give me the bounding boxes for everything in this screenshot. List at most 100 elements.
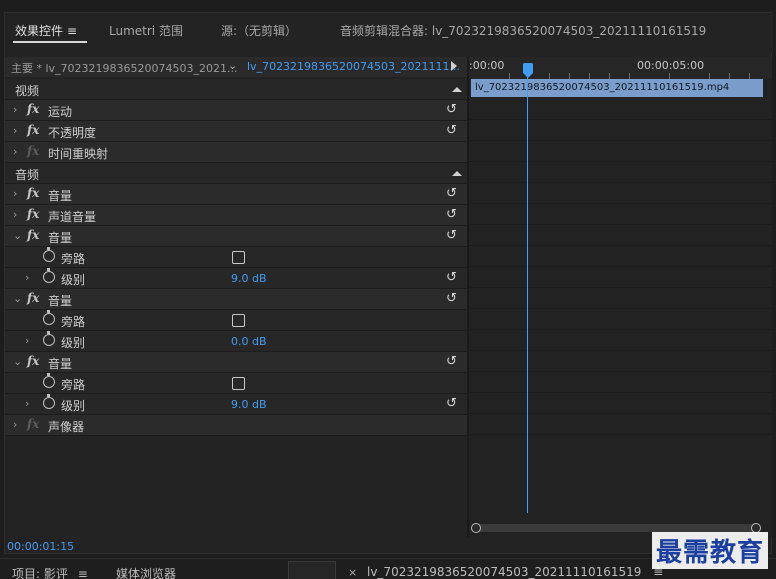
fx-icon[interactable]: fx [27, 354, 39, 368]
tab-project-label: 项目: 影评 [12, 567, 68, 579]
effect-label: 运动 [48, 105, 73, 119]
time-ruler[interactable]: :00:00 00:00:05:00 [469, 57, 772, 79]
tab-media-browser[interactable]: 媒体浏览器 [116, 565, 176, 579]
effect-row-channel-volume[interactable]: › fx 声道音量 ↺ [5, 205, 467, 226]
reset-icon[interactable]: ↺ [446, 270, 457, 285]
expand-chevron-icon[interactable]: › [13, 418, 17, 431]
effect-row-volume-3[interactable]: ⌄ fx 音量 ↺ [5, 352, 467, 373]
section-audio: 音频 [5, 163, 467, 184]
reset-icon[interactable]: ↺ [446, 396, 457, 411]
timeline-clip[interactable]: lv_7023219836520074503_20211110161519.mp… [471, 79, 763, 97]
param-label: 级别 [61, 336, 86, 350]
ruler-timecode-mid: 00:00:05:00 [637, 59, 705, 72]
expand-chevron-icon[interactable]: › [13, 208, 17, 221]
reset-icon[interactable]: ↺ [446, 123, 457, 138]
collapse-chevron-icon[interactable]: ⌄ [13, 229, 22, 242]
reset-icon[interactable]: ↺ [446, 228, 457, 243]
effect-label: 声道音量 [48, 210, 97, 224]
reset-icon[interactable]: ↺ [446, 207, 457, 222]
mini-timeline[interactable]: :00:00 00:00:05:00 lv_702321983652007450… [469, 57, 772, 537]
tab-lumetri-scopes[interactable]: Lumetri 范围 [109, 22, 183, 39]
fx-icon[interactable]: fx [27, 291, 39, 305]
reset-icon[interactable]: ↺ [446, 186, 457, 201]
tab-effect-controls[interactable]: 效果控件 ≡ [15, 22, 77, 39]
section-video: 视频 [5, 79, 467, 100]
expand-chevron-icon[interactable]: › [13, 103, 17, 116]
effect-row-volume[interactable]: › fx 音量 ↺ [5, 184, 467, 205]
fx-icon[interactable]: fx [27, 228, 39, 242]
effect-row-motion[interactable]: › fx 运动 ↺ [5, 100, 467, 121]
tab-sequence[interactable]: lv_7023219836520074503_20211110161519 ≡ [367, 565, 663, 579]
play-icon[interactable] [451, 61, 457, 71]
tab-effect-controls-label: 效果控件 [15, 24, 64, 38]
chevron-down-icon[interactable]: ⌄ [228, 59, 237, 72]
stopwatch-icon[interactable] [43, 310, 55, 325]
reset-icon[interactable]: ↺ [446, 102, 457, 117]
effect-row-panner[interactable]: › fx 声像器 [5, 415, 467, 436]
bypass-checkbox[interactable] [232, 377, 245, 390]
fx-icon[interactable]: fx [27, 123, 39, 137]
expand-chevron-icon[interactable]: › [25, 397, 29, 410]
effect-label: 时间重映射 [48, 147, 109, 161]
param-label: 级别 [61, 399, 86, 413]
expand-chevron-icon[interactable]: › [13, 124, 17, 137]
reset-icon[interactable]: ↺ [446, 354, 457, 369]
master-clip-selector[interactable]: 主要 * lv_7023219836520074503_2021... [11, 60, 238, 76]
bypass-checkbox[interactable] [232, 314, 245, 327]
effect-row-volume-2[interactable]: ⌄ fx 音量 ↺ [5, 289, 467, 310]
close-icon[interactable]: × [348, 566, 357, 579]
expand-chevron-icon[interactable]: › [13, 145, 17, 158]
collapse-chevron-icon[interactable]: ⌄ [13, 355, 22, 368]
stopwatch-icon[interactable] [43, 268, 55, 283]
stopwatch-icon[interactable] [43, 394, 55, 409]
panel-menu-icon[interactable]: ≡ [67, 24, 77, 38]
param-row-level: › 级别 9.0 dB ↺ [5, 394, 467, 415]
tool-panel [288, 561, 336, 579]
bypass-checkbox[interactable] [232, 251, 245, 264]
stopwatch-icon[interactable] [43, 247, 55, 262]
active-tab-indicator [13, 41, 87, 43]
tab-project[interactable]: 项目: 影评 ≡ [12, 565, 88, 579]
fx-icon[interactable]: fx [27, 102, 39, 116]
expand-chevron-icon[interactable]: › [13, 187, 17, 200]
fx-icon[interactable]: fx [27, 186, 39, 200]
fx-icon: fx [27, 417, 40, 431]
fx-icon[interactable]: fx [27, 207, 39, 221]
level-value[interactable]: 9.0 dB [231, 398, 267, 411]
playhead-tip [523, 73, 533, 78]
effect-label: 音量 [48, 231, 73, 245]
param-row-level: › 级别 0.0 dB [5, 331, 467, 352]
effects-list: 视频 › fx 运动 ↺ › fx 不透明度 ↺ › fx 时间重映射 音频 ›… [5, 79, 467, 436]
panel-menu-icon[interactable]: ≡ [78, 567, 88, 579]
stopwatch-icon[interactable] [43, 373, 55, 388]
sequence-clip-name[interactable]: lv_7023219836520074503_2021111... [247, 60, 460, 73]
stopwatch-icon[interactable] [43, 331, 55, 346]
playhead-handle[interactable] [523, 63, 533, 73]
effect-row-opacity[interactable]: › fx 不透明度 ↺ [5, 121, 467, 142]
expand-chevron-icon[interactable]: › [25, 271, 29, 284]
timeline-scrollbar[interactable] [471, 524, 759, 532]
effect-label: 音量 [48, 294, 73, 308]
effect-row-volume-1[interactable]: ⌄ fx 音量 ↺ [5, 226, 467, 247]
level-value[interactable]: 9.0 dB [231, 272, 267, 285]
fx-icon: fx [27, 144, 40, 158]
collapse-chevron-icon[interactable]: ⌄ [13, 292, 22, 305]
param-label: 旁路 [61, 252, 86, 266]
section-label: 视频 [15, 84, 40, 98]
top-strip [0, 0, 776, 12]
current-timecode[interactable]: 00:00:01:15 [7, 540, 74, 553]
effect-label: 声像器 [48, 420, 85, 434]
level-value[interactable]: 0.0 dB [231, 335, 267, 348]
reset-icon[interactable]: ↺ [446, 291, 457, 306]
scrollbar-left-handle[interactable] [471, 523, 481, 533]
tab-audio-clip-mixer[interactable]: 音频剪辑混合器: lv_7023219836520074503_20211110… [340, 22, 706, 39]
collapse-up-icon[interactable] [452, 171, 462, 176]
effect-label: 不透明度 [48, 126, 97, 140]
expand-chevron-icon[interactable]: › [25, 334, 29, 347]
param-row-level: › 级别 9.0 dB ↺ [5, 268, 467, 289]
collapse-up-icon[interactable] [452, 87, 462, 92]
effect-row-time-remap[interactable]: › fx 时间重映射 [5, 142, 467, 163]
tab-source[interactable]: 源:（无剪辑） [221, 22, 297, 39]
param-row-bypass: 旁路 [5, 373, 467, 394]
ruler-timecode-start: :00:00 [469, 59, 505, 72]
